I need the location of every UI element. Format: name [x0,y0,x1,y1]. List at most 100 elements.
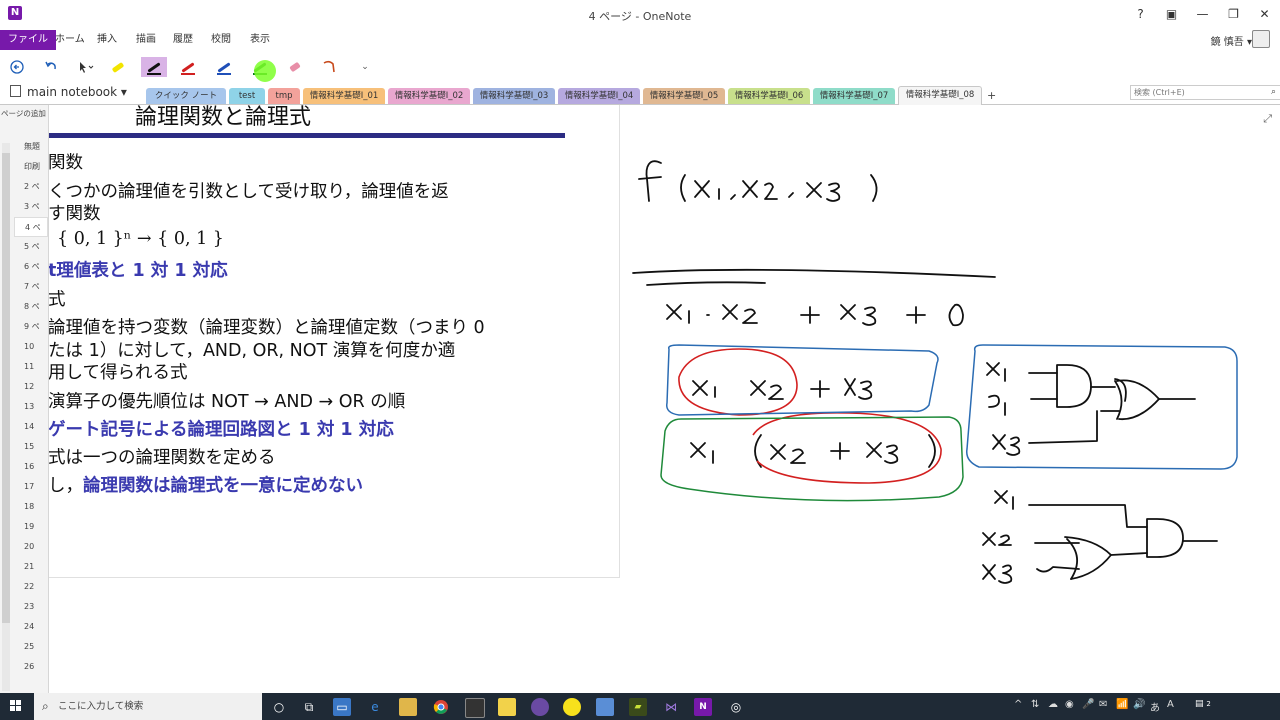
page-item[interactable]: 16 [14,457,48,477]
page-item[interactable]: 14 [14,417,48,437]
network-icon[interactable]: 📶 [1116,699,1128,710]
obs-icon[interactable]: ◎ [727,698,745,716]
tab-review[interactable]: 校閲 [203,30,239,50]
cortana-icon[interactable]: ○ [270,698,288,716]
lasso-icon[interactable] [318,57,340,77]
lasso-select-icon[interactable] [74,57,96,77]
section-tab[interactable]: 情報科学基礎I_08 [898,86,982,105]
visual-studio-icon[interactable]: ⋈ [662,698,680,716]
page-item[interactable]: 5 ペ [14,237,48,257]
folder-icon[interactable] [399,698,417,716]
close-button[interactable]: ✕ [1249,0,1280,28]
section-tab[interactable]: 情報科学基礎I_01 [303,88,385,104]
tab-insert[interactable]: 挿入 [89,30,125,50]
page-item[interactable]: 無題 [14,137,48,157]
section-tab[interactable]: 情報科学基礎I_05 [643,88,725,104]
page-item[interactable]: 印刷 [14,157,48,177]
minimize-button[interactable]: — [1187,0,1218,28]
restore-button[interactable]: ❐ [1218,0,1249,28]
page-item[interactable]: 4 ペ [14,217,48,237]
page-item[interactable]: 23 [14,597,48,617]
microphone-icon[interactable]: 🎤 [1082,699,1094,710]
back-arrow-icon[interactable] [6,57,28,77]
clock[interactable]: ▤ 2 [1195,699,1211,709]
notebook-name: main notebook ▾ [27,85,127,99]
search-input[interactable]: 検索 (Ctrl+E) ⌕ [1130,85,1280,100]
highlighter-yellow-icon[interactable] [107,57,129,77]
user-avatar-icon[interactable] [1252,30,1270,48]
task-view-icon[interactable]: ⧉ [300,698,318,716]
add-section-button[interactable]: + [987,89,996,102]
page-item[interactable]: 18 [14,497,48,517]
page-item[interactable]: 25 [14,637,48,657]
tray-overflow-icon[interactable]: ^ [1014,699,1022,710]
dropbox-icon[interactable]: ⇅ [1031,699,1039,710]
volume-icon[interactable]: 🔊 [1133,699,1145,710]
tab-draw[interactable]: 描画 [128,30,164,50]
pen-blue-icon[interactable] [213,57,235,77]
search-icon[interactable]: ⌕ [1271,86,1276,99]
page-item[interactable]: 9 ペ [14,317,48,337]
tab-view[interactable]: 表示 [242,30,278,50]
add-page-button[interactable]: ページの追加 [0,108,49,119]
notebook-icon [10,85,21,97]
notes-icon[interactable] [498,698,516,716]
camtasia-icon[interactable]: ▰ [629,698,647,716]
window-app-icon[interactable] [596,698,614,716]
eclipse-icon[interactable] [531,698,549,716]
help-button[interactable]: ? [1125,0,1156,28]
taskbar-search-input[interactable]: ⌕ ここに入力して検索 [34,693,262,720]
onedrive-icon[interactable]: ☁ [1048,699,1058,710]
mail-icon[interactable]: ✉ [1099,699,1107,710]
tab-history[interactable]: 履歴 [165,30,201,50]
pen-black-icon[interactable] [141,57,167,77]
notebook-selector[interactable]: main notebook ▾ [10,85,127,99]
section-tab[interactable]: 情報科学基礎I_06 [728,88,810,104]
tab-home[interactable]: ホーム [47,30,93,50]
notification-icon: ▤ [1195,699,1204,709]
ribbon-tabs: ファイル ホーム 挿入 描画 履歴 校閲 表示 [0,30,1280,50]
page-scrollbar-thumb[interactable] [2,153,10,623]
edge-icon[interactable]: e [366,698,384,716]
page-item[interactable]: 22 [14,577,48,597]
page-item[interactable]: 11 [14,357,48,377]
explorer-icon[interactable]: ▭ [333,698,351,716]
section-tab[interactable]: test [229,88,265,104]
page-item[interactable]: 24 [14,617,48,637]
page-item[interactable]: 3 ペ [14,197,48,217]
page-item[interactable]: 20 [14,537,48,557]
pen-red-icon[interactable] [177,57,199,77]
page-item[interactable]: 10 [14,337,48,357]
circle-app-icon[interactable] [563,698,581,716]
section-tab[interactable]: 情報科学基礎I_07 [813,88,895,104]
chrome-icon[interactable] [432,698,450,716]
page-item[interactable]: 6 ペ [14,257,48,277]
record-icon[interactable]: ◉ [1065,699,1074,710]
user-name[interactable]: 鏡 慎吾 ▾ [1211,33,1252,48]
page-item[interactable]: 12 [14,377,48,397]
page-item[interactable]: 15 [14,437,48,457]
section-tab[interactable]: tmp [268,88,300,104]
section-tab[interactable]: クイック ノート [146,88,226,104]
page-item[interactable]: 19 [14,517,48,537]
onenote-icon[interactable]: N [694,698,712,716]
more-tools-icon[interactable]: ⌄ [354,57,376,77]
windows-start-icon[interactable] [10,700,22,712]
page-item[interactable]: 21 [14,557,48,577]
page-item[interactable]: 17 [14,477,48,497]
section-tab[interactable]: 情報科学基礎I_04 [558,88,640,104]
page-item[interactable]: 2 ペ [14,177,48,197]
page-item[interactable]: 13 [14,397,48,417]
page-canvas[interactable]: 論理関数と論理式 関数 くつかの論理値を引数として受け取り，論理値を返 す関数 … [49,105,1280,693]
section-tab[interactable]: 情報科学基礎I_02 [388,88,470,104]
undo-icon[interactable] [40,57,62,77]
page-item[interactable]: 26 [14,657,48,677]
section-tab[interactable]: 情報科学基礎I_03 [473,88,555,104]
page-item[interactable]: 8 ペ [14,297,48,317]
ime-icon[interactable]: あ [1150,699,1160,714]
ime-mode-icon[interactable]: A [1167,699,1174,710]
page-item[interactable]: 7 ペ [14,277,48,297]
fullscreen-button[interactable]: ▣ [1156,0,1187,28]
eraser-icon[interactable] [284,57,306,77]
terminal-icon[interactable] [465,698,485,718]
